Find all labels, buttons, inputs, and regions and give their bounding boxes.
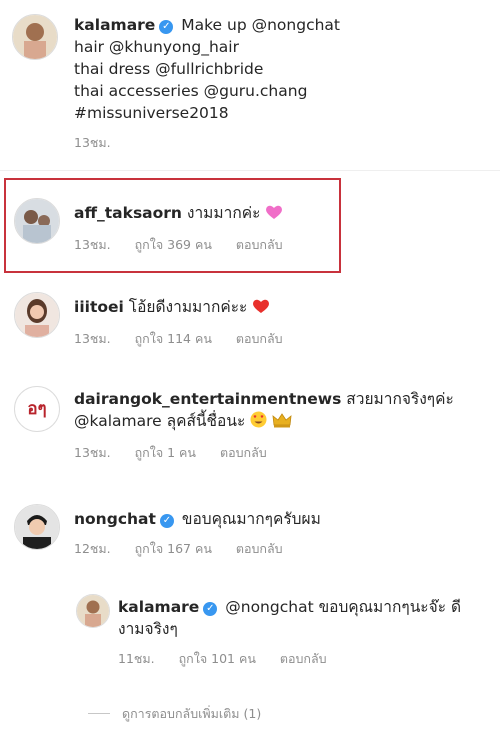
username[interactable]: kalamare <box>74 16 155 34</box>
verified-badge-icon: ✓ <box>159 20 174 34</box>
comment-text: hair @khunyong_hair <box>74 38 239 56</box>
avatar[interactable] <box>14 504 60 550</box>
username[interactable]: aff_taksaorn <box>74 204 182 222</box>
crown-emoji-icon <box>272 412 292 434</box>
avatar-logo-text: อๆ <box>27 399 47 419</box>
timestamp: 11ชม. <box>118 651 155 666</box>
heart-eyes-emoji-icon <box>250 411 267 434</box>
likes-count[interactable]: ถูกใจ 369 คน <box>135 237 212 252</box>
comment-text: @nongchat ขอบคุณมากๆนะจ๊ะ ดี <box>225 598 462 616</box>
timestamp: 12ชม. <box>74 541 111 556</box>
comment-text: สวยมากจริงๆค่ะ <box>346 390 454 408</box>
comment-text: thai accesseries @guru.chang <box>74 82 308 100</box>
hashtag-link[interactable]: #missuniverse2018 <box>74 102 340 124</box>
comment-text: Make up @nongchat <box>181 16 340 34</box>
reply-button[interactable]: ตอบกลับ <box>236 541 283 556</box>
timestamp: 13ชม. <box>74 135 111 150</box>
verified-badge-icon: ✓ <box>203 602 218 616</box>
username[interactable]: nongchat <box>74 510 156 528</box>
avatar[interactable] <box>12 14 58 60</box>
timestamp: 13ชม. <box>74 331 111 346</box>
likes-count[interactable]: ถูกใจ 1 คน <box>135 445 196 460</box>
timestamp: 13ชม. <box>74 445 111 460</box>
comment-text: งามจริงๆ <box>118 620 178 638</box>
username[interactable]: dairangok_entertainmentnews <box>74 390 341 408</box>
view-more-label: ดูการตอบกลับเพิ่มเติม (1) <box>122 706 262 721</box>
reply-button[interactable]: ตอบกลับ <box>236 331 283 346</box>
likes-count[interactable]: ถูกใจ 167 คน <box>135 541 212 556</box>
reply-button[interactable]: ตอบกลับ <box>220 445 267 460</box>
username[interactable]: kalamare <box>118 598 199 616</box>
avatar[interactable] <box>76 594 110 628</box>
avatar[interactable] <box>14 292 60 338</box>
comment-text: งามมากค่ะ <box>186 204 261 222</box>
avatar[interactable] <box>14 198 60 244</box>
likes-count[interactable]: ถูกใจ 101 คน <box>179 651 256 666</box>
likes-count[interactable]: ถูกใจ 114 คน <box>135 331 212 346</box>
avatar[interactable]: อๆ <box>14 386 60 432</box>
pink-heart-icon <box>265 204 283 226</box>
verified-badge-icon: ✓ <box>159 514 174 528</box>
divider-line <box>88 713 110 714</box>
comment-text: @kalamare ลุคส์นี้ชื่อนะ <box>74 412 246 430</box>
comment-text: thai dress @fullrichbride <box>74 60 264 78</box>
reply-button[interactable]: ตอบกลับ <box>280 651 327 666</box>
timestamp: 13ชม. <box>74 237 111 252</box>
comment-text: โอ้ยดีงามมากค่ะะ <box>128 298 248 316</box>
divider <box>0 170 500 171</box>
reply-button[interactable]: ตอบกลับ <box>236 237 283 252</box>
username[interactable]: iiitoei <box>74 298 124 316</box>
comment-text: ขอบคุณมากๆครับผม <box>181 510 321 528</box>
red-heart-icon <box>252 298 270 320</box>
view-more-replies-button[interactable]: ดูการตอบกลับเพิ่มเติม (1) <box>88 704 261 724</box>
